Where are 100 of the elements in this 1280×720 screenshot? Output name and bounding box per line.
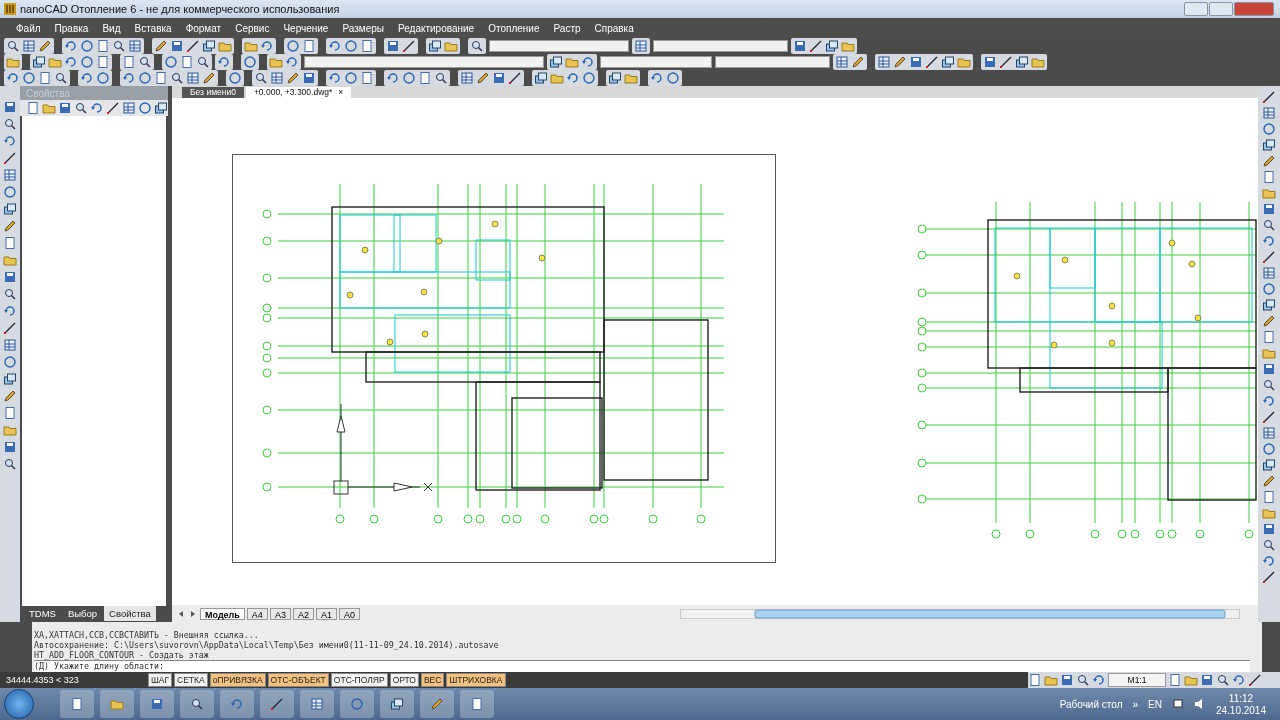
mode-toggle-button[interactable]: ВЕС — [420, 673, 445, 687]
circle-icon[interactable] — [164, 55, 178, 69]
toolbar-combo-field[interactable] — [600, 56, 712, 68]
layers-icon[interactable] — [154, 101, 168, 115]
mode-toggle-button[interactable]: ОРТО — [389, 673, 419, 687]
panel-tab[interactable]: Выбор — [62, 606, 103, 621]
line-icon[interactable] — [1262, 410, 1276, 424]
zoom-icon[interactable] — [1262, 218, 1276, 232]
table-icon[interactable] — [122, 101, 136, 115]
zoom-icon[interactable] — [190, 697, 204, 711]
save-icon[interactable] — [170, 39, 184, 53]
zoom-icon[interactable] — [470, 39, 484, 53]
save-icon[interactable] — [793, 39, 807, 53]
undo-icon[interactable] — [386, 71, 400, 85]
pencil-icon[interactable] — [1262, 154, 1276, 168]
line-icon[interactable] — [3, 151, 17, 165]
save-icon[interactable] — [302, 71, 316, 85]
menu-item[interactable]: Правка — [54, 22, 89, 34]
circle-icon[interactable] — [286, 39, 300, 53]
folder-icon[interactable] — [1262, 506, 1276, 520]
line-icon[interactable] — [1248, 673, 1262, 687]
mode-toggle-button[interactable]: ОТС-ОБЪЕКТ — [267, 673, 329, 687]
zoom-icon[interactable] — [6, 39, 20, 53]
line-icon[interactable] — [508, 71, 522, 85]
layout-tab[interactable]: A4 — [246, 607, 268, 620]
line-icon[interactable] — [186, 39, 200, 53]
mode-toggle-button[interactable]: оПРИВЯЗКА — [209, 673, 266, 687]
zoom-icon[interactable] — [138, 55, 152, 69]
table-icon[interactable] — [270, 71, 284, 85]
menu-item[interactable]: Отопление — [488, 22, 540, 34]
undo-icon[interactable] — [1262, 394, 1276, 408]
undo-icon[interactable] — [122, 71, 136, 85]
save-icon[interactable] — [909, 55, 923, 69]
table-icon[interactable] — [186, 71, 200, 85]
undo-icon[interactable] — [260, 39, 274, 53]
folder-icon[interactable] — [3, 423, 17, 437]
layers-icon[interactable] — [941, 55, 955, 69]
table-icon[interactable] — [877, 55, 891, 69]
save-icon[interactable] — [1060, 673, 1074, 687]
undo-icon[interactable] — [566, 71, 580, 85]
menu-item[interactable]: Формат — [185, 22, 222, 34]
panel-tab[interactable]: Свойства — [104, 606, 156, 621]
mode-toggle-button[interactable]: ОТС-ПОЛЯР — [330, 673, 388, 687]
table-icon[interactable] — [128, 39, 142, 53]
layers-icon[interactable] — [202, 39, 216, 53]
undo-icon[interactable] — [328, 39, 342, 53]
menu-item[interactable]: Черчение — [283, 22, 329, 34]
layers-icon[interactable] — [32, 55, 46, 69]
line-icon[interactable] — [1262, 90, 1276, 104]
mode-toggle-button[interactable]: СЕТКА — [174, 673, 208, 687]
layout-tab[interactable]: A1 — [315, 607, 337, 620]
table-icon[interactable] — [1262, 266, 1276, 280]
circle-icon[interactable] — [80, 39, 94, 53]
circle-icon[interactable] — [243, 55, 257, 69]
document-icon[interactable] — [154, 71, 168, 85]
undo-icon[interactable] — [1262, 234, 1276, 248]
toolbar-combo-field[interactable] — [489, 40, 629, 52]
table-icon[interactable] — [3, 168, 17, 182]
document-icon[interactable] — [1168, 673, 1182, 687]
layers-icon[interactable] — [3, 372, 17, 386]
zoom-icon[interactable] — [3, 287, 17, 301]
layers-icon[interactable] — [390, 697, 404, 711]
language-indicator[interactable]: EN — [1148, 698, 1162, 710]
document-icon[interactable] — [96, 39, 110, 53]
layers-icon[interactable] — [428, 39, 442, 53]
menu-item[interactable]: Редактирование — [398, 22, 475, 34]
undo-icon[interactable] — [328, 71, 342, 85]
undo-icon[interactable] — [1232, 673, 1246, 687]
save-icon[interactable] — [492, 71, 506, 85]
document-tab[interactable]: Без имени0 — [182, 87, 244, 98]
mode-toggle-button[interactable]: ШАГ — [148, 673, 173, 687]
undo-icon[interactable] — [64, 55, 78, 69]
table-icon[interactable] — [310, 697, 324, 711]
circle-icon[interactable] — [138, 71, 152, 85]
pencil-icon[interactable] — [1262, 474, 1276, 488]
zoom-icon[interactable] — [74, 101, 88, 115]
network-icon[interactable] — [1171, 698, 1184, 710]
document-icon[interactable] — [418, 71, 432, 85]
circle-icon[interactable] — [1262, 122, 1276, 136]
zoom-icon[interactable] — [254, 71, 268, 85]
toolbar-combo-field[interactable] — [715, 56, 830, 68]
zoom-icon[interactable] — [112, 39, 126, 53]
toolbar-combo-field[interactable] — [653, 40, 788, 52]
undo-icon[interactable] — [3, 134, 17, 148]
line-icon[interactable] — [106, 101, 120, 115]
document-icon[interactable] — [180, 55, 194, 69]
zoom-icon[interactable] — [3, 457, 17, 471]
circle-icon[interactable] — [80, 55, 94, 69]
circle-icon[interactable] — [1262, 282, 1276, 296]
save-icon[interactable] — [386, 39, 400, 53]
layers-icon[interactable] — [1262, 458, 1276, 472]
menu-item[interactable]: Вставка — [134, 22, 172, 34]
line-icon[interactable] — [999, 55, 1013, 69]
zoom-icon[interactable] — [54, 71, 68, 85]
save-icon[interactable] — [58, 101, 72, 115]
circle-icon[interactable] — [344, 39, 358, 53]
zoom-icon[interactable] — [1262, 378, 1276, 392]
zoom-icon[interactable] — [434, 71, 448, 85]
pencil-icon[interactable] — [3, 219, 17, 233]
line-icon[interactable] — [270, 697, 284, 711]
